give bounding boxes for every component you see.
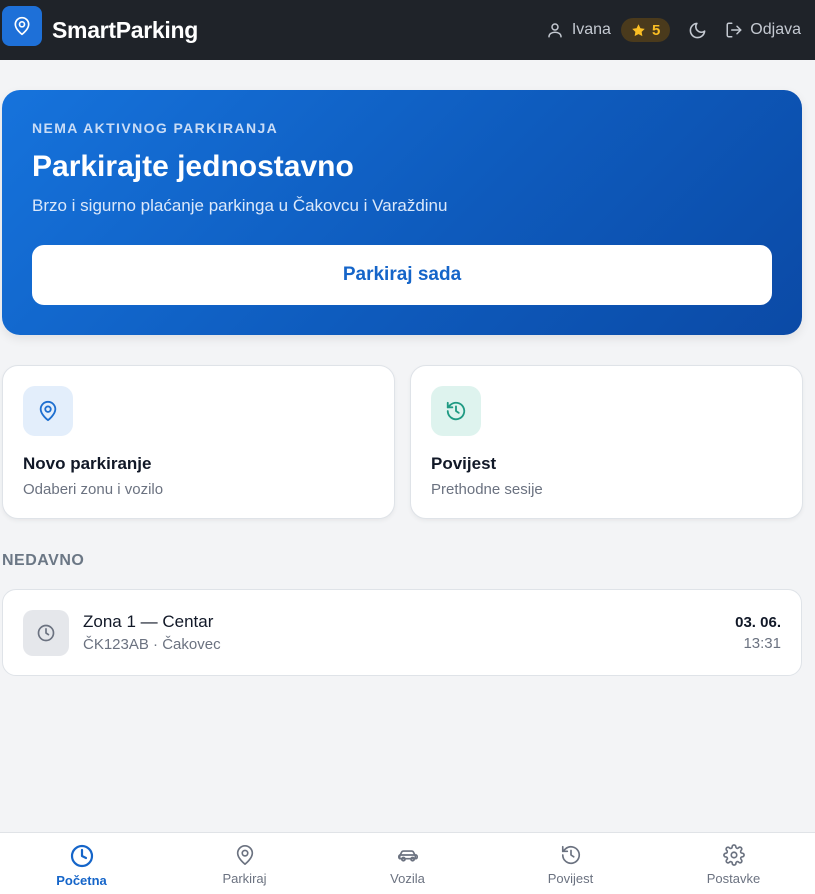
recent-meta: ČK123AB · Čakovec xyxy=(83,636,221,653)
hero-title: Parkirajte jednostavno xyxy=(32,150,354,183)
moon-icon xyxy=(689,22,706,38)
park-now-button[interactable]: Parkiraj sada xyxy=(32,245,772,305)
recent-session-item[interactable]: Zona 1 — Centar ČK123AB · Čakovec 03. 06… xyxy=(2,589,802,676)
user-profile[interactable]: Ivana xyxy=(546,21,611,39)
hero-card: NEMA AKTIVNOG PARKIRANJA Parkirajte jedn… xyxy=(2,90,802,335)
car-icon xyxy=(397,850,418,862)
history-card[interactable]: Povijest Prethodne sesije xyxy=(410,365,803,519)
map-pin-icon xyxy=(236,845,253,865)
card-subtitle: Odaberi zonu i vozilo xyxy=(23,481,164,498)
map-pin-icon xyxy=(39,400,57,422)
points-badge[interactable]: 5 xyxy=(620,18,671,42)
logout-label: Odjava xyxy=(750,21,801,38)
history-icon-box xyxy=(431,386,481,436)
recent-section-label: NEDAVNO xyxy=(2,552,85,569)
nav-item-history[interactable]: Povijest xyxy=(489,833,652,894)
gear-icon xyxy=(722,844,745,866)
logout-button[interactable]: Odjava xyxy=(725,21,801,39)
user-icon xyxy=(548,23,562,38)
points-value: 5 xyxy=(651,21,661,39)
logout-icon xyxy=(726,22,742,38)
recent-date: 03. 06. xyxy=(735,613,781,631)
hero-status: NEMA AKTIVNOG PARKIRANJA xyxy=(32,120,279,136)
history-icon xyxy=(446,401,466,421)
nav-label: Parkiraj xyxy=(222,871,267,886)
recent-time: 13:31 xyxy=(743,634,781,652)
user-name: Ivana xyxy=(571,21,611,38)
recent-zone: Zona 1 — Centar xyxy=(83,612,214,631)
nav-item-home[interactable]: Početna xyxy=(0,833,163,894)
theme-toggle[interactable] xyxy=(688,21,707,40)
clock-icon xyxy=(37,624,55,641)
recent-datetime: 03. 06. 13:31 xyxy=(735,614,781,652)
nav-label: Vozila xyxy=(390,871,425,886)
bottom-navigation: Početna Parkiraj Vozila Povijest Postavk… xyxy=(0,832,815,894)
recent-text: Zona 1 — Centar ČK123AB · Čakovec xyxy=(83,612,221,653)
star-icon xyxy=(632,23,645,36)
map-pin-icon xyxy=(14,16,30,36)
nav-label: Povijest xyxy=(547,871,594,886)
nav-label: Početna xyxy=(56,873,107,888)
card-title: Povijest xyxy=(431,454,497,473)
nav-item-vehicles[interactable]: Vozila xyxy=(326,833,489,894)
app-title: SmartParking xyxy=(52,16,198,43)
card-title: Novo parkiranje xyxy=(23,454,152,473)
clock-icon xyxy=(70,844,93,868)
new-parking-card[interactable]: Novo parkiranje Odaberi zonu i vozilo xyxy=(2,365,395,519)
recent-icon-box xyxy=(23,609,69,656)
header-actions: Ivana 5 Odjava xyxy=(546,18,801,42)
hero-subtitle: Brzo i sigurno plaćanje parkinga u Čakov… xyxy=(32,196,448,215)
nav-label: Postavke xyxy=(706,871,761,886)
app-logo[interactable] xyxy=(2,6,42,46)
top-bar: SmartParking Ivana 5 Odjava xyxy=(0,0,815,60)
card-subtitle: Prethodne sesije xyxy=(431,481,543,498)
new-parking-icon-box xyxy=(23,386,73,436)
nav-item-park[interactable]: Parkiraj xyxy=(163,833,326,894)
history-icon xyxy=(561,845,580,865)
nav-item-settings[interactable]: Postavke xyxy=(652,833,815,894)
